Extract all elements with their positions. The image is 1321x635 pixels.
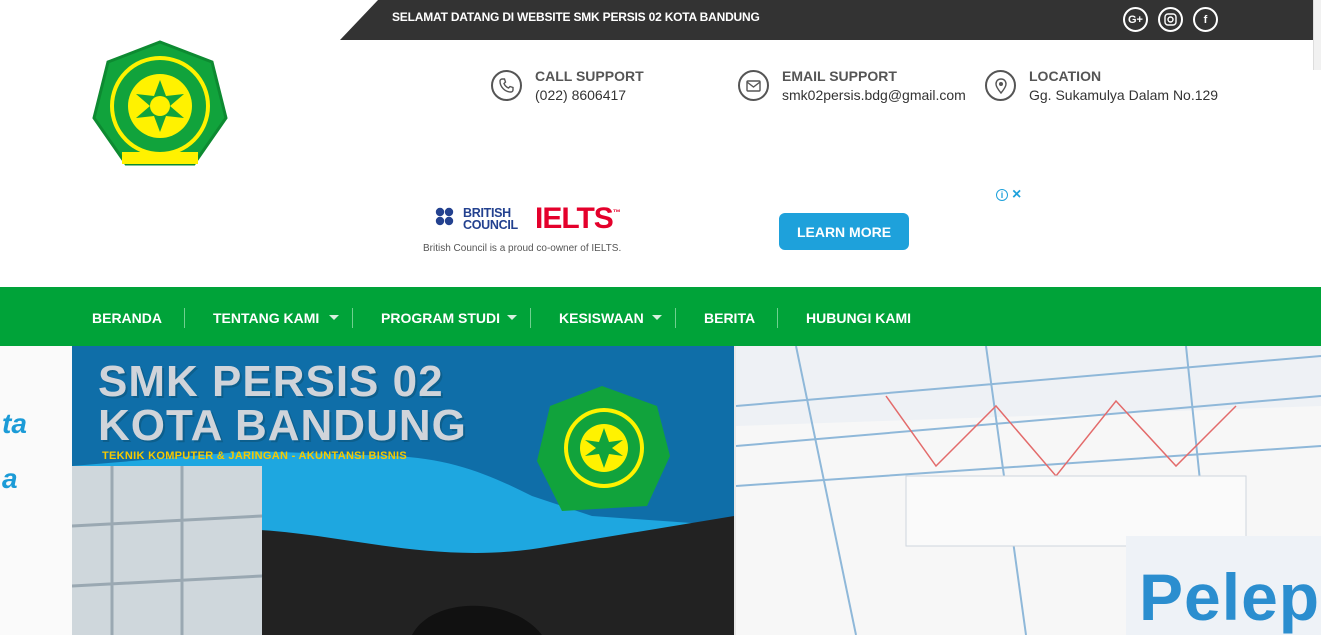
hero-title-line-1: SMK PERSIS 02: [98, 357, 444, 406]
top-bar-left-panel: [0, 0, 340, 40]
call-support-title: CALL SUPPORT: [535, 68, 644, 84]
nav-divider: [675, 308, 676, 328]
location-title: LOCATION: [1029, 68, 1102, 84]
ad-info-icon[interactable]: i: [996, 189, 1008, 201]
main-nav: BERANDA TENTANG KAMI PROGRAM STUDI KESIS…: [0, 287, 1321, 346]
facebook-icon[interactable]: f: [1193, 7, 1218, 32]
chevron-down-icon[interactable]: [329, 315, 339, 320]
ad-close-icon[interactable]: ×: [1012, 187, 1021, 203]
ad-choices[interactable]: i ×: [996, 187, 1021, 203]
scrollbar[interactable]: [1313, 0, 1321, 70]
hero-subtitle: TEKNIK KOMPUTER & JARINGAN - AKUNTANSI B…: [102, 450, 408, 462]
nav-item-kesiswaan[interactable]: KESISWAAN: [559, 310, 644, 326]
slide-previous[interactable]: ta a: [0, 346, 72, 635]
hero-title: SMK PERSIS 02 KOTA BANDUNG: [98, 360, 467, 448]
call-support-value: (022) 8606417: [535, 87, 627, 103]
ielts-text: IELTS: [535, 202, 614, 235]
nav-item-tentang-kami[interactable]: TENTANG KAMI: [213, 310, 319, 326]
nav-divider: [777, 308, 778, 328]
slide-next-text: Pelepa: [1139, 560, 1321, 634]
british-council-logo: BRITISH COUNCIL: [435, 207, 518, 231]
advertisement-banner[interactable]: BRITISH COUNCIL IELTS™ British Council i…: [420, 185, 1030, 260]
google-plus-icon[interactable]: G+: [1123, 7, 1148, 32]
email-support-value[interactable]: smk02persis.bdg@gmail.com: [782, 87, 966, 103]
nav-item-beranda[interactable]: BERANDA: [92, 310, 162, 326]
instagram-icon[interactable]: [1158, 7, 1183, 32]
location-value: Gg. Sukamulya Dalam No.129: [1029, 87, 1219, 103]
nav-item-hubungi-kami[interactable]: HUBUNGI KAMI: [806, 310, 911, 326]
chevron-down-icon[interactable]: [652, 315, 662, 320]
nav-item-berita[interactable]: BERITA: [704, 310, 755, 326]
school-logo[interactable]: [92, 40, 229, 172]
phone-icon: [491, 70, 522, 101]
ielts-logo: IELTS™: [535, 202, 621, 235]
slide-previous-fragment: ta a: [2, 408, 27, 494]
brand-line-2: COUNCIL: [463, 218, 518, 232]
hero-title-line-2: KOTA BANDUNG: [98, 401, 467, 450]
welcome-text: SELAMAT DATANG DI WEBSITE SMK PERSIS 02 …: [392, 10, 760, 24]
mail-icon: [738, 70, 769, 101]
learn-more-button[interactable]: LEARN MORE: [779, 213, 909, 250]
nav-divider: [184, 308, 185, 328]
nav-divider: [352, 308, 353, 328]
top-bar-slant: [340, 0, 378, 40]
chevron-down-icon[interactable]: [507, 315, 517, 320]
nav-divider: [530, 308, 531, 328]
slide-next[interactable]: Pelepa: [736, 346, 1321, 635]
location-pin-icon: [985, 70, 1016, 101]
ad-caption: British Council is a proud co-owner of I…: [423, 243, 622, 254]
nav-item-program-studi[interactable]: PROGRAM STUDI: [381, 310, 500, 326]
slide-current[interactable]: SMK PERSIS 02 KOTA BANDUNG TEKNIK KOMPUT…: [72, 346, 734, 635]
hero-slider[interactable]: ta a SMK PERSIS 02 KOTA BANDUNG TEKNIK KO…: [0, 346, 1321, 635]
email-support-title: EMAIL SUPPORT: [782, 68, 897, 84]
